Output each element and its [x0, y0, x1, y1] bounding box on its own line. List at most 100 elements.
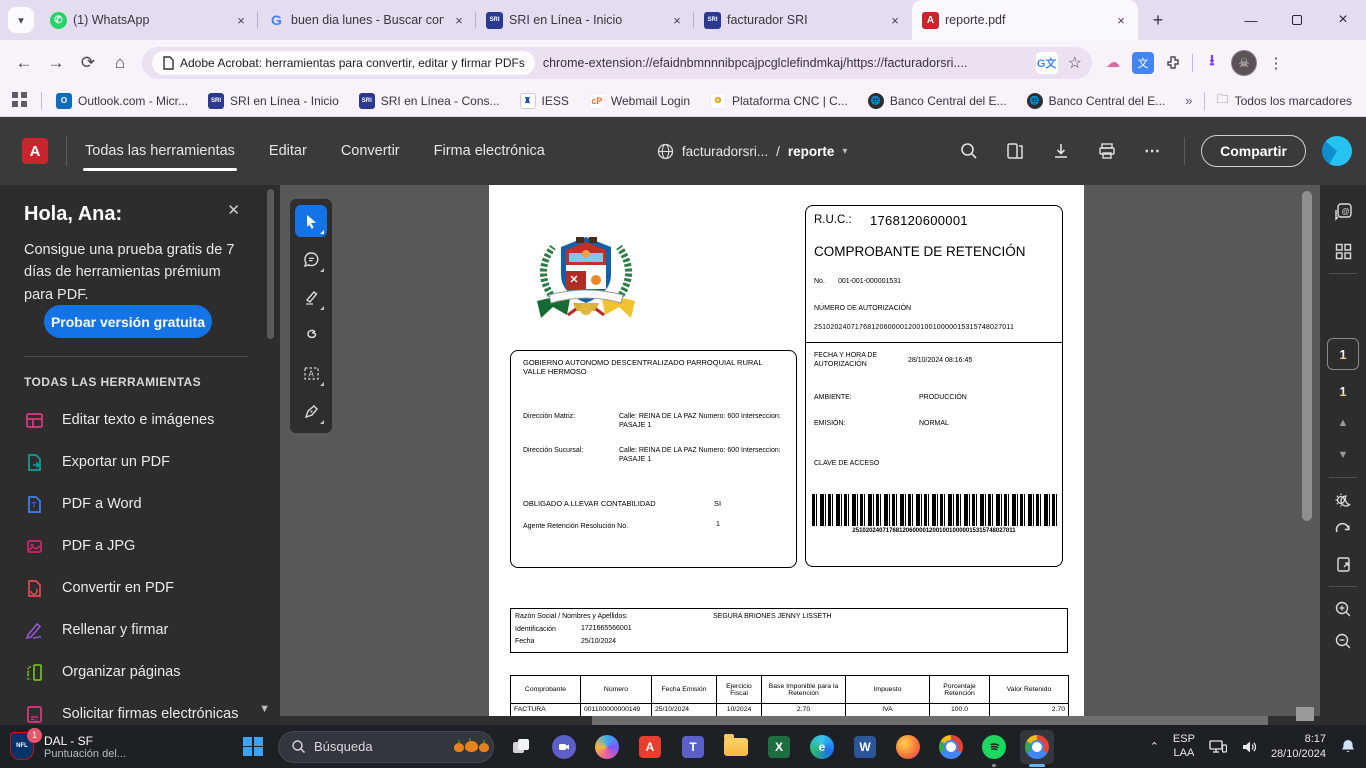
tab-facturador-sri[interactable]: SRI facturador SRI ×: [694, 0, 912, 40]
previous-page-icon[interactable]: ▲: [1327, 407, 1359, 439]
acrobat-avatar[interactable]: [1322, 136, 1352, 166]
highlight-tool-button[interactable]: [295, 281, 327, 313]
tab-search-button[interactable]: ▾: [8, 7, 34, 33]
task-view-button[interactable]: [504, 730, 538, 764]
zoom-out-icon[interactable]: [1327, 625, 1359, 657]
tab-whatsapp[interactable]: ✆ (1) WhatsApp ×: [40, 0, 258, 40]
close-icon[interactable]: ×: [668, 11, 686, 29]
new-tab-button[interactable]: +: [1144, 6, 1172, 34]
menu-editar[interactable]: Editar: [267, 121, 309, 181]
firefox-app-button[interactable]: [891, 730, 925, 764]
tool-editar-texto[interactable]: Editar texto e imágenes: [24, 399, 256, 441]
taskbar-search[interactable]: Búsqueda: [278, 731, 494, 763]
edge-app-button[interactable]: e: [805, 730, 839, 764]
tab-sri-inicio[interactable]: SRI SRI en Línea - Inicio ×: [476, 0, 694, 40]
export-page-icon[interactable]: [1327, 548, 1359, 580]
menu-todas-las-herramientas[interactable]: Todas las herramientas: [83, 121, 237, 181]
tool-pdf-a-jpg[interactable]: PDF a JPG: [24, 525, 256, 567]
refresh-icon[interactable]: [1327, 516, 1359, 548]
tool-exportar-pdf[interactable]: Exportar un PDF: [24, 441, 256, 483]
tool-organizar-paginas[interactable]: Organizar páginas: [24, 651, 256, 693]
close-icon[interactable]: ×: [1112, 11, 1130, 29]
search-icon[interactable]: [954, 136, 984, 166]
bookmark-outlook[interactable]: OOutlook.com - Micr...: [56, 93, 188, 109]
panel-scrollbar[interactable]: [267, 189, 274, 339]
panel-scroll-down-icon[interactable]: ▼: [259, 703, 270, 715]
free-trial-button[interactable]: Probar versión gratuita: [44, 305, 212, 338]
minimize-button[interactable]: —: [1228, 0, 1274, 40]
more-options-icon[interactable]: ⋯: [1138, 136, 1168, 166]
breadcrumb-site[interactable]: facturadorsri...: [682, 144, 768, 159]
bookmarks-overflow-icon[interactable]: »: [1185, 93, 1192, 108]
weather-extension-icon[interactable]: ☁: [1102, 52, 1124, 74]
menu-convertir[interactable]: Convertir: [339, 121, 402, 181]
maximize-button[interactable]: [1274, 0, 1320, 40]
extensions-puzzle-icon[interactable]: [1162, 52, 1184, 74]
all-bookmarks-button[interactable]: 🗀Todos los marcadores: [1217, 90, 1352, 111]
chrome-app-button[interactable]: [934, 730, 968, 764]
apps-grid-icon[interactable]: [12, 92, 27, 110]
bookmark-banco-central-2[interactable]: 🌐Banco Central del E...: [1027, 93, 1166, 109]
tab-google-search[interactable]: G buen dia lunes - Buscar con ×: [258, 0, 476, 40]
zoom-in-icon[interactable]: [1327, 593, 1359, 625]
menu-firma-electronica[interactable]: Firma electrónica: [432, 121, 547, 181]
theme-toggle-icon[interactable]: [1327, 484, 1359, 516]
network-icon[interactable]: [1209, 739, 1227, 755]
page-thumbnails-icon[interactable]: [1327, 235, 1359, 267]
bookmark-sri-inicio[interactable]: SRISRI en Línea - Inicio: [208, 93, 339, 109]
next-page-icon[interactable]: ▼: [1327, 439, 1359, 471]
print-icon[interactable]: [1092, 136, 1122, 166]
bookmark-sri-consultas[interactable]: SRISRI en Línea - Cons...: [359, 93, 500, 109]
start-button[interactable]: [236, 730, 270, 764]
tab-reporte-pdf[interactable]: A reporte.pdf ×: [912, 0, 1138, 40]
chrome-menu-icon[interactable]: ⋮: [1265, 52, 1287, 74]
chrome-active-window-button[interactable]: [1020, 730, 1054, 764]
download-icon[interactable]: [1046, 136, 1076, 166]
downloads-icon[interactable]: ⭳: [1201, 52, 1223, 74]
clock[interactable]: 8:1728/10/2024: [1271, 732, 1326, 761]
bookmark-banco-central-1[interactable]: 🌐Banco Central del E...: [868, 93, 1007, 109]
bookmark-webmail[interactable]: cPWebmail Login: [589, 93, 690, 109]
bookmark-star-icon[interactable]: ☆: [1068, 53, 1082, 73]
comment-tool-button[interactable]: [295, 243, 327, 275]
select-tool-button[interactable]: [295, 205, 327, 237]
tool-pdf-a-word[interactable]: T PDF a Word: [24, 483, 256, 525]
spotify-app-button[interactable]: [977, 730, 1011, 764]
horizontal-scrollbar[interactable]: [280, 716, 1320, 725]
notification-bell-icon[interactable]: [1340, 738, 1356, 755]
share-button[interactable]: Compartir: [1201, 135, 1306, 167]
tool-convertir-en-pdf[interactable]: Convertir en PDF: [24, 567, 256, 609]
text-select-tool-button[interactable]: A: [295, 357, 327, 389]
profile-avatar[interactable]: ☠: [1231, 50, 1257, 76]
volume-icon[interactable]: [1241, 739, 1257, 755]
file-explorer-button[interactable]: [719, 730, 753, 764]
chevron-down-icon[interactable]: ▾: [842, 146, 847, 157]
draw-tool-button[interactable]: [295, 319, 327, 351]
bookmark-plataforma-cnc[interactable]: ❂Plataforma CNC | C...: [710, 93, 848, 109]
translate-page-icon[interactable]: G文: [1036, 52, 1058, 74]
home-button[interactable]: ⌂: [104, 47, 136, 79]
breadcrumb-file[interactable]: reporte: [788, 144, 835, 159]
address-bar[interactable]: Adobe Acrobat: herramientas para convert…: [142, 47, 1092, 79]
scrollbar-corner[interactable]: [1296, 707, 1314, 721]
close-panel-icon[interactable]: ✕: [227, 201, 240, 219]
acrobat-app-button[interactable]: A: [633, 730, 667, 764]
sign-tool-button[interactable]: [295, 395, 327, 427]
extension-chip[interactable]: Adobe Acrobat: herramientas para convert…: [152, 51, 535, 75]
close-icon[interactable]: ×: [232, 11, 250, 29]
close-icon[interactable]: ×: [886, 11, 904, 29]
forward-button[interactable]: →: [40, 47, 72, 79]
bookmark-iess[interactable]: ♜IESS: [520, 93, 569, 109]
news-widget[interactable]: NFL1 DAL - SFPuntuación del...: [10, 732, 190, 762]
reload-button[interactable]: ⟳: [72, 47, 104, 79]
chat-app-button[interactable]: [547, 730, 581, 764]
teams-app-button[interactable]: T: [676, 730, 710, 764]
excel-app-button[interactable]: X: [762, 730, 796, 764]
document-scrollbar[interactable]: [1302, 191, 1312, 521]
copilot-button[interactable]: [590, 730, 624, 764]
language-indicator[interactable]: ESPLAA: [1173, 733, 1195, 761]
close-window-button[interactable]: ×: [1320, 0, 1366, 40]
pages-panel-icon[interactable]: [1000, 136, 1030, 166]
word-app-button[interactable]: W: [848, 730, 882, 764]
close-icon[interactable]: ×: [450, 11, 468, 29]
